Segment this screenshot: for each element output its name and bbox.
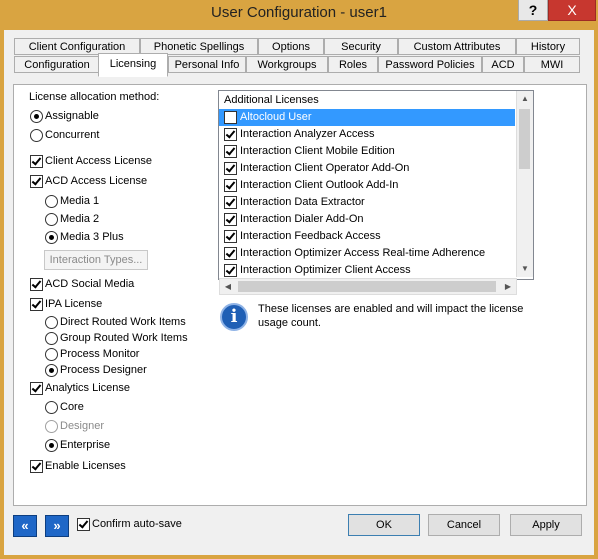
list-item-checkbox[interactable]	[224, 213, 237, 226]
assignable-label: Assignable	[45, 110, 99, 122]
help-button[interactable]: ?	[518, 0, 548, 21]
scroll-right-icon[interactable]: ▶	[500, 279, 516, 295]
concurrent-label: Concurrent	[45, 129, 100, 141]
list-item-checkbox[interactable]	[224, 247, 237, 260]
media3-label: Media 3 Plus	[60, 231, 124, 243]
list-item-checkbox[interactable]	[224, 128, 237, 141]
concurrent-radio[interactable]	[30, 129, 43, 142]
core-radio[interactable]	[45, 401, 58, 414]
horizontal-scrollbar[interactable]: ◀ ▶	[219, 278, 517, 295]
enterprise-radio[interactable]	[45, 439, 58, 452]
window-title: User Configuration - user1	[211, 4, 387, 21]
vertical-scroll-thumb[interactable]	[519, 109, 530, 169]
enable-licenses-checkbox[interactable]	[30, 460, 43, 473]
additional-licenses-header: Additional Licenses	[224, 94, 319, 106]
allocation-method-label: License allocation method:	[29, 91, 160, 103]
list-item[interactable]: Interaction Client Operator Add-On	[219, 160, 515, 177]
scroll-left-icon[interactable]: ◀	[220, 279, 236, 295]
list-item-label: Interaction Feedback Access	[240, 230, 381, 242]
list-item[interactable]: Interaction Data Extractor	[219, 194, 515, 211]
vertical-scrollbar[interactable]: ▲ ▼	[516, 91, 533, 277]
title-bar: User Configuration - user1 ? X	[0, 0, 598, 30]
acd-access-checkbox[interactable]	[30, 175, 43, 188]
list-item-label: Altocloud User	[240, 111, 312, 123]
ipa-checkbox[interactable]	[30, 298, 43, 311]
list-item[interactable]: Interaction Optimizer Client Access	[219, 262, 515, 277]
ipa-label: IPA License	[45, 298, 103, 310]
horizontal-scroll-thumb[interactable]	[238, 281, 496, 292]
client-access-label: Client Access License	[45, 155, 152, 167]
list-item-label: Interaction Dialer Add-On	[240, 213, 364, 225]
assignable-radio[interactable]	[30, 110, 43, 123]
process-designer-label: Process Designer	[60, 364, 147, 376]
list-item-label: Interaction Data Extractor	[240, 196, 365, 208]
list-item-label: Interaction Optimizer Access Real-time A…	[240, 247, 486, 259]
info-icon: i	[220, 303, 248, 331]
media2-radio[interactable]	[45, 213, 58, 226]
altocloud-checkbox[interactable]	[224, 111, 237, 124]
scroll-up-icon[interactable]: ▲	[517, 91, 533, 107]
list-item[interactable]: Interaction Dialer Add-On	[219, 211, 515, 228]
list-item-label: Interaction Client Operator Add-On	[240, 162, 410, 174]
enable-licenses-label: Enable Licenses	[45, 460, 126, 472]
list-item-label: Interaction Client Mobile Edition	[240, 145, 395, 157]
media3-radio[interactable]	[45, 231, 58, 244]
direct-routed-label: Direct Routed Work Items	[60, 316, 186, 328]
process-designer-radio[interactable]	[45, 364, 58, 377]
process-monitor-radio[interactable]	[45, 348, 58, 361]
media1-label: Media 1	[60, 195, 100, 207]
list-item-checkbox[interactable]	[224, 230, 237, 243]
dialog-body: Client Configuration Phonetic Spellings …	[4, 30, 594, 555]
media2-label: Media 2	[60, 213, 100, 225]
list-item-checkbox[interactable]	[224, 196, 237, 209]
close-button[interactable]: X	[548, 0, 596, 21]
direct-routed-radio[interactable]	[45, 316, 58, 329]
list-item[interactable]: Interaction Client Outlook Add-In	[219, 177, 515, 194]
analytics-label: Analytics License	[45, 382, 130, 394]
group-routed-label: Group Routed Work Items	[60, 332, 188, 344]
list-item-label: Interaction Optimizer Client Access	[240, 264, 411, 276]
acd-access-label: ACD Access License	[45, 175, 148, 187]
analytics-checkbox[interactable]	[30, 382, 43, 395]
list-item[interactable]: Altocloud User	[219, 109, 515, 126]
list-item[interactable]: Interaction Analyzer Access	[219, 126, 515, 143]
additional-licenses-list[interactable]: Additional Licenses Altocloud User Inter…	[218, 90, 534, 280]
list-item-label: Interaction Client Outlook Add-In	[240, 179, 399, 191]
list-item[interactable]: Interaction Optimizer Access Real-time A…	[219, 245, 515, 262]
info-line2: usage count.	[258, 317, 321, 329]
core-label: Core	[60, 401, 84, 413]
interaction-types-button[interactable]: Interaction Types...	[44, 250, 148, 270]
acd-social-label: ACD Social Media	[45, 278, 135, 290]
scroll-down-icon[interactable]: ▼	[517, 261, 533, 277]
designer-radio[interactable]	[45, 420, 58, 433]
list-item-label: Interaction Analyzer Access	[240, 128, 375, 140]
list-item-checkbox[interactable]	[224, 179, 237, 192]
list-item-checkbox[interactable]	[224, 145, 237, 158]
list-item[interactable]: Interaction Client Mobile Edition	[219, 143, 515, 160]
list-item[interactable]: Interaction Feedback Access	[219, 228, 515, 245]
designer-label: Designer	[60, 420, 105, 432]
list-item-checkbox[interactable]	[224, 162, 237, 175]
acd-social-checkbox[interactable]	[30, 278, 43, 291]
process-monitor-label: Process Monitor	[60, 348, 140, 360]
list-item-checkbox[interactable]	[224, 264, 237, 277]
client-access-checkbox[interactable]	[30, 155, 43, 168]
info-line1: These licenses are enabled and will impa…	[258, 303, 524, 315]
media1-radio[interactable]	[45, 195, 58, 208]
enterprise-label: Enterprise	[60, 439, 111, 451]
group-routed-radio[interactable]	[45, 332, 58, 345]
